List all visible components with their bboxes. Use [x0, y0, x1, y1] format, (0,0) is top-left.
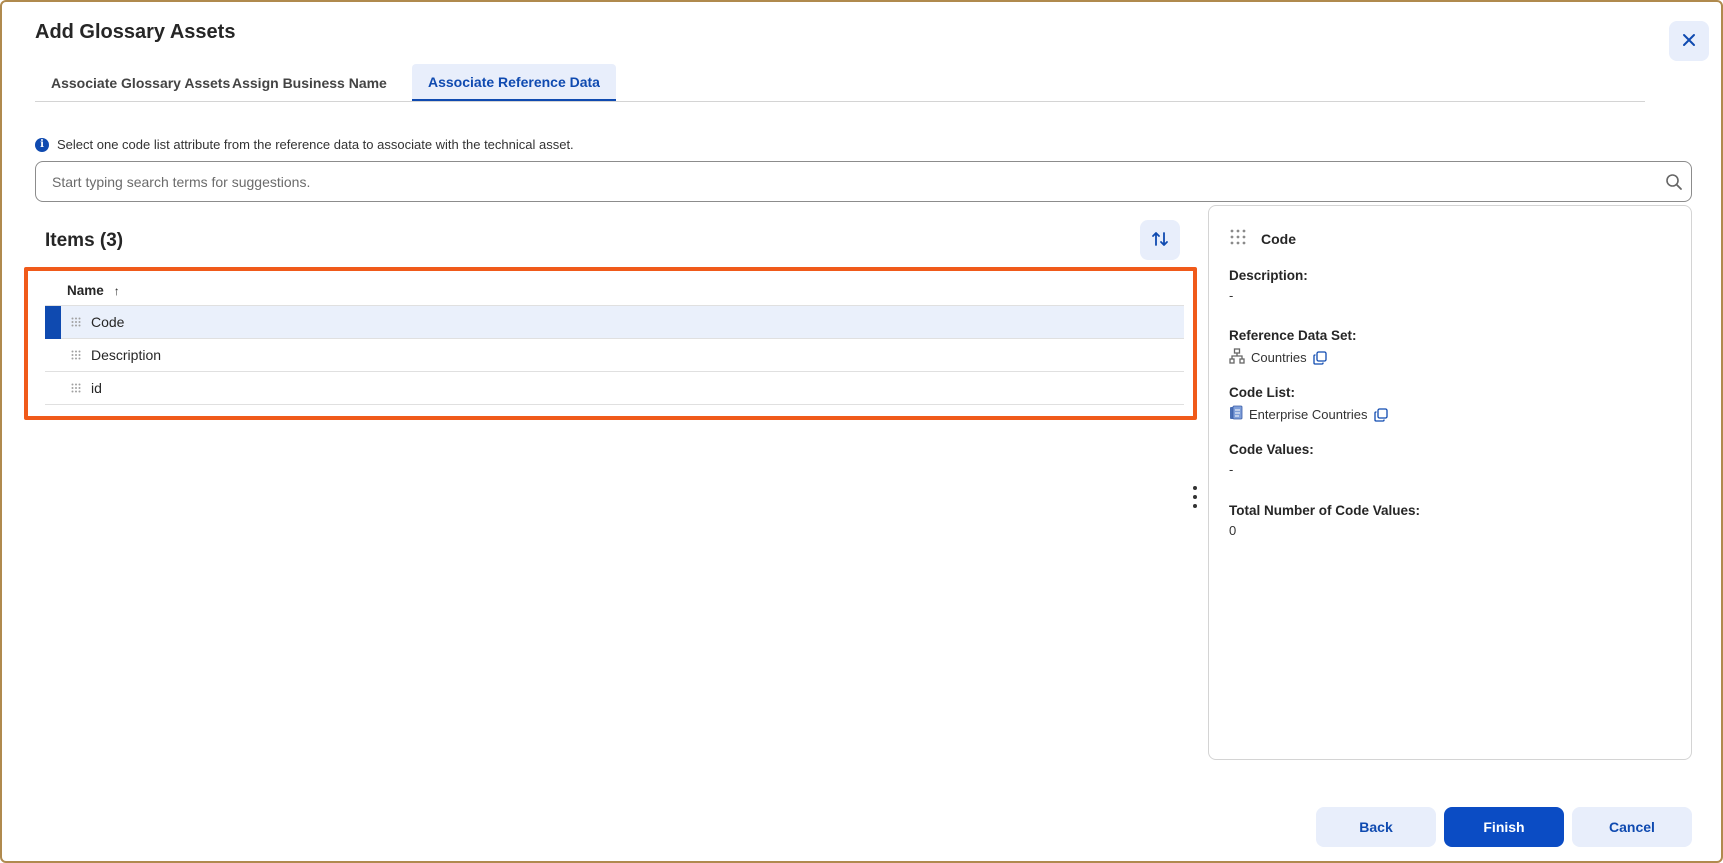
search-input[interactable]	[36, 162, 1636, 201]
code-list-label: Code List:	[1229, 385, 1295, 400]
row-name: Description	[91, 347, 162, 363]
selection-indicator	[45, 372, 61, 405]
code-values-label: Code Values:	[1229, 442, 1314, 457]
drag-handle-icon[interactable]	[61, 383, 91, 393]
table-row[interactable]: Description	[45, 339, 1184, 372]
code-list-value: Enterprise Countries	[1229, 405, 1388, 424]
code-list-icon	[1229, 405, 1243, 424]
row-name: id	[91, 380, 102, 396]
info-icon: i	[35, 137, 49, 152]
back-button[interactable]: Back	[1316, 807, 1436, 847]
sort-arrow-icon[interactable]: ↑	[114, 284, 120, 298]
search-box	[35, 161, 1692, 202]
sort-button[interactable]	[1140, 220, 1180, 260]
reference-data-set-name[interactable]: Countries	[1251, 350, 1307, 365]
search-icon[interactable]	[1665, 173, 1683, 194]
tab-bar: Associate Glossary Assets Assign Busines…	[35, 64, 1645, 102]
copy-icon[interactable]	[1373, 407, 1388, 422]
finish-button[interactable]: Finish	[1444, 807, 1564, 847]
code-list-name[interactable]: Enterprise Countries	[1249, 407, 1368, 422]
drag-handle-icon[interactable]	[61, 317, 91, 327]
hierarchy-icon	[1229, 348, 1245, 367]
close-icon	[1682, 33, 1696, 50]
column-header-name[interactable]: Name	[67, 283, 104, 298]
info-message: i Select one code list attribute from th…	[35, 137, 574, 152]
selection-indicator	[45, 305, 61, 339]
copy-icon[interactable]	[1312, 350, 1327, 365]
detail-title: Code	[1261, 230, 1296, 247]
items-table: Name ↑ Code Description id	[45, 276, 1184, 405]
tab-associate-reference-data[interactable]: Associate Reference Data	[412, 64, 616, 101]
close-button[interactable]	[1669, 21, 1709, 61]
detail-header: Code	[1229, 228, 1296, 249]
tab-label: Associate Glossary Assets	[51, 74, 231, 91]
description-value: -	[1229, 288, 1234, 303]
selection-indicator	[45, 339, 61, 372]
tab-label: Associate Reference Data	[428, 73, 600, 90]
detail-panel: Code Description: - Reference Data Set: …	[1208, 205, 1692, 760]
reference-data-set-value: Countries	[1229, 348, 1327, 367]
drag-handle-icon[interactable]	[1229, 228, 1247, 249]
reference-data-set-label: Reference Data Set:	[1229, 328, 1357, 343]
info-text: Select one code list attribute from the …	[57, 137, 574, 152]
table-header: Name ↑	[45, 276, 1184, 306]
tab-associate-glossary-assets[interactable]: Associate Glossary Assets	[35, 64, 246, 101]
total-code-values-label: Total Number of Code Values:	[1229, 503, 1421, 518]
table-row[interactable]: Code	[45, 305, 1184, 339]
dialog-title: Add Glossary Assets	[35, 21, 236, 43]
cancel-button[interactable]: Cancel	[1572, 807, 1692, 847]
table-row[interactable]: id	[45, 372, 1184, 405]
description-label: Description:	[1229, 268, 1308, 283]
code-values-value: -	[1229, 462, 1234, 477]
tab-label: Assign Business Name	[232, 74, 387, 91]
sort-icon	[1151, 230, 1169, 251]
kebab-menu-icon[interactable]	[1190, 486, 1200, 508]
row-name: Code	[91, 314, 125, 330]
tab-assign-business-name[interactable]: Assign Business Name	[216, 64, 403, 101]
items-title: Items (3)	[45, 230, 124, 251]
drag-handle-icon[interactable]	[61, 350, 91, 360]
total-code-values-value: 0	[1229, 523, 1237, 538]
dialog: Add Glossary Assets Associate Glossary A…	[0, 0, 1723, 863]
